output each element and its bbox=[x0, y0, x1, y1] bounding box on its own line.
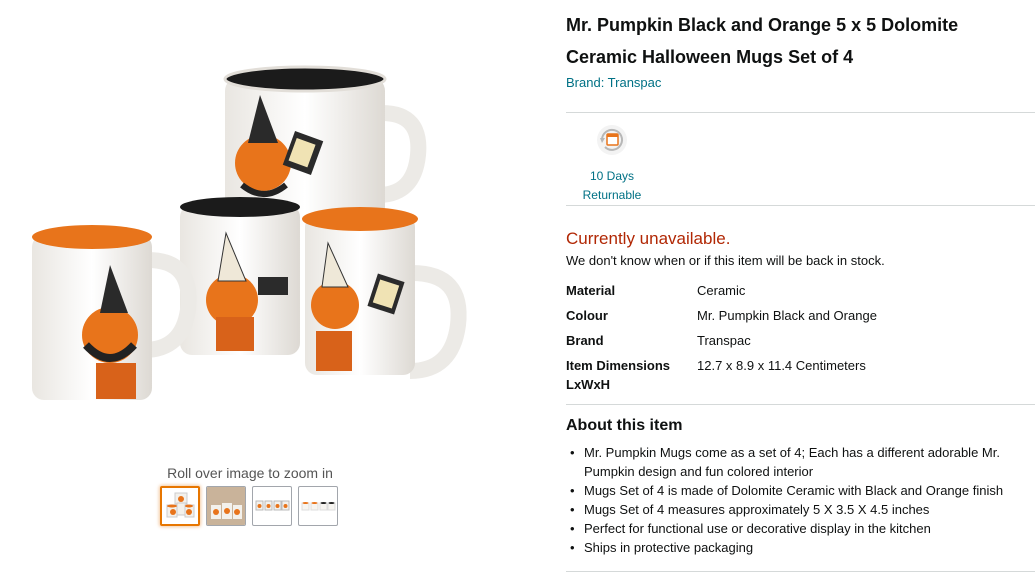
spec-key: Brand bbox=[566, 333, 604, 348]
image-gallery: Roll over image to zoom in bbox=[0, 0, 500, 573]
returnable-label: Returnable bbox=[582, 188, 642, 202]
thumbnail-1[interactable] bbox=[160, 486, 200, 526]
spec-row: Material Ceramic bbox=[566, 281, 1035, 306]
spec-row: Item Dimensions LxWxH 12.7 x 8.9 x 11.4 … bbox=[566, 356, 1035, 394]
availability-note: We don't know when or if this item will … bbox=[566, 253, 885, 268]
returnable-days: 10 Days bbox=[589, 169, 635, 183]
thumbnail-4[interactable] bbox=[298, 486, 338, 526]
mug-right bbox=[302, 207, 467, 379]
product-title: Mr. Pumpkin Black and Orange 5 x 5 Dolom… bbox=[566, 15, 959, 67]
thumbnail-strip bbox=[160, 486, 338, 526]
spec-value: 12.7 x 8.9 x 11.4 Centimeters bbox=[697, 358, 866, 373]
thumbnail-3[interactable] bbox=[252, 486, 292, 526]
return-calendar-icon bbox=[597, 125, 627, 155]
spec-value: Transpac bbox=[697, 333, 751, 348]
main-product-image[interactable] bbox=[20, 55, 480, 415]
thumbnail-2[interactable] bbox=[206, 486, 246, 526]
zoom-hint: Roll over image to zoom in bbox=[167, 465, 333, 481]
spec-key: Item Dimensions LxWxH bbox=[566, 358, 671, 392]
divider bbox=[566, 112, 1035, 113]
spec-value: Mr. Pumpkin Black and Orange bbox=[697, 308, 877, 323]
about-bullet: Perfect for functional use or decorative… bbox=[566, 519, 1021, 538]
brand-link[interactable]: Brand: Transpac bbox=[566, 75, 1035, 90]
spec-row: Colour Mr. Pumpkin Black and Orange bbox=[566, 306, 1035, 331]
product-details: Mr. Pumpkin Black and Orange 5 x 5 Dolom… bbox=[566, 0, 1035, 90]
about-bullets: Mr. Pumpkin Mugs come as a set of 4; Eac… bbox=[566, 443, 1021, 557]
spec-value: Ceramic bbox=[697, 283, 746, 298]
spec-row: Brand Transpac bbox=[566, 331, 1035, 356]
mug-middle bbox=[180, 197, 300, 355]
about-title: About this item bbox=[566, 417, 683, 434]
availability-status: Currently unavailable. bbox=[566, 229, 731, 248]
mug-left bbox=[32, 225, 197, 400]
about-bullet: Mugs Set of 4 is made of Dolomite Cerami… bbox=[566, 481, 1021, 500]
about-bullet: Mr. Pumpkin Mugs come as a set of 4; Eac… bbox=[566, 443, 1021, 481]
divider bbox=[566, 205, 1035, 206]
divider bbox=[566, 571, 1035, 572]
about-bullet: Mugs Set of 4 measures approximately 5 X… bbox=[566, 500, 1021, 519]
divider bbox=[566, 404, 1035, 405]
product-specs-table: Material Ceramic Colour Mr. Pumpkin Blac… bbox=[566, 281, 1035, 394]
spec-key: Colour bbox=[566, 308, 608, 323]
returnable-badge[interactable]: 10 Days Returnable bbox=[577, 124, 647, 205]
spec-key: Material bbox=[566, 283, 616, 298]
about-bullet: Ships in protective packaging bbox=[566, 538, 1021, 557]
